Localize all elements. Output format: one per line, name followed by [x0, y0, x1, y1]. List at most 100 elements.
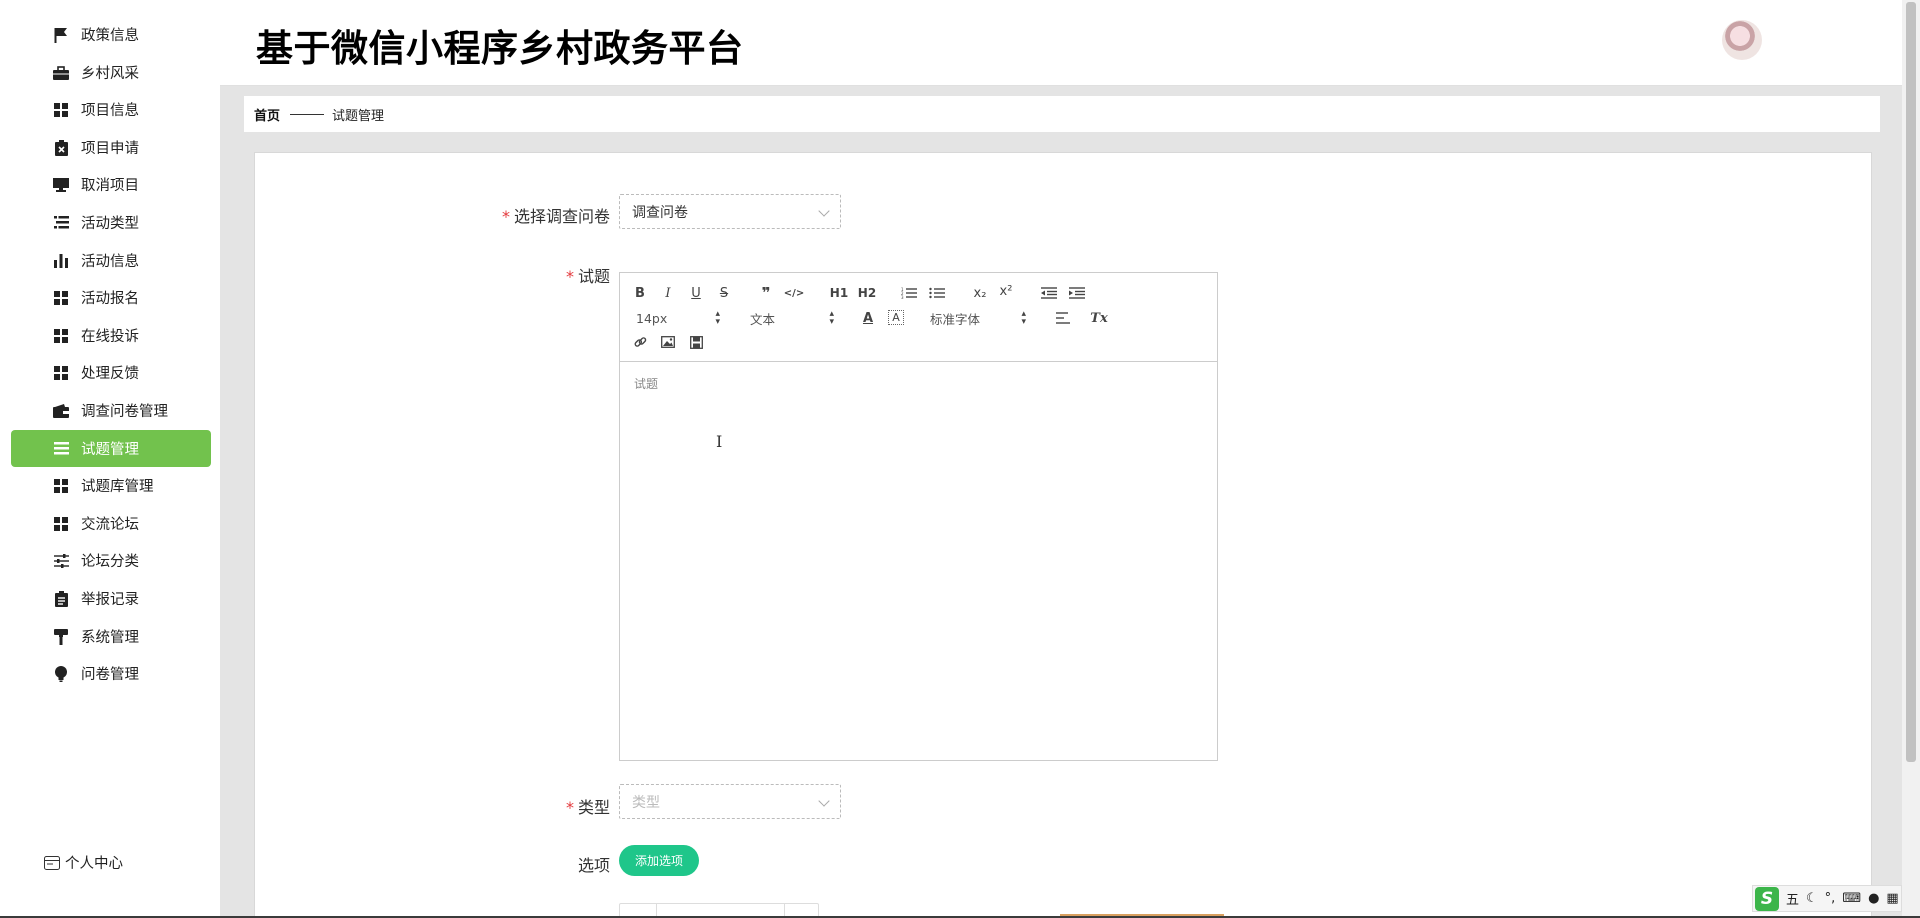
sidebar-item-label: 论坛分类: [81, 554, 139, 570]
film-icon[interactable]: [688, 332, 704, 352]
ime-mode: 五: [1786, 893, 1800, 908]
block-format-select[interactable]: 文本 ▴ ▾: [750, 308, 834, 328]
survey-select-value: 调查问卷: [632, 204, 688, 221]
question-label-text: 试题: [577, 267, 610, 286]
grid-icon: [53, 102, 69, 118]
required-mark: *: [501, 207, 510, 226]
question-label: * 试题: [410, 263, 610, 287]
h1-button[interactable]: H1: [828, 283, 850, 303]
outdent-icon[interactable]: [1040, 283, 1058, 303]
survey-select[interactable]: 调查问卷: [619, 194, 841, 229]
clear-format-button[interactable]: Tx: [1090, 308, 1108, 328]
sidebar-item-personal-center[interactable]: 个人中心: [11, 844, 211, 881]
breadcrumb-separator: [290, 113, 325, 115]
clipboard-icon: [53, 590, 69, 607]
ordered-list-icon[interactable]: 123: [900, 283, 918, 303]
sidebar-item-label: 活动报名: [81, 291, 139, 307]
code-block-button[interactable]: </>: [784, 283, 804, 303]
sidebar-item-label: 举报记录: [81, 592, 139, 608]
sidebar-item[interactable]: 乡村风采: [11, 54, 211, 91]
rich-text-editor[interactable]: B I U S ❞ </> H1 H2 123 x₂ x² 14px ▴ ▾ 文…: [619, 272, 1218, 761]
sidebar-item[interactable]: 论坛分类: [11, 542, 211, 579]
superscript-button[interactable]: x²: [996, 281, 1016, 301]
sidebar-item-label: 活动信息: [81, 254, 139, 270]
avatar[interactable]: [1722, 20, 1762, 60]
image-icon[interactable]: [660, 332, 676, 352]
font-size-select[interactable]: 14px ▴ ▾: [636, 308, 720, 328]
sidebar-item[interactable]: 取消项目: [11, 166, 211, 203]
underline-button[interactable]: U: [688, 283, 704, 303]
type-label-text: 类型: [577, 798, 610, 817]
bold-button[interactable]: B: [632, 283, 648, 303]
sidebar: 政策信息 乡村风采 项目信息项目申请取消项目活动类型活动信息活动报名在线投诉处理反馈…: [0, 0, 220, 918]
grid-icon: [53, 516, 69, 532]
h2-button[interactable]: H2: [856, 283, 878, 303]
app-title: 基于微信小程序乡村政务平台: [256, 27, 744, 70]
font-family-select[interactable]: 标准字体 ▴ ▾: [930, 308, 1026, 328]
scrollbar-thumb[interactable]: [1906, 2, 1916, 762]
bar-chart-icon: [53, 253, 69, 269]
type-select[interactable]: 类型: [619, 784, 841, 819]
list-icon: [53, 215, 69, 231]
sidebar-item[interactable]: 在线投诉: [11, 317, 211, 354]
blockquote-button[interactable]: ❞: [758, 283, 774, 303]
bullet-list-icon[interactable]: [928, 283, 946, 303]
ime-toolbar[interactable]: S 五 ☾ °, ⌨ ● ▦: [1752, 885, 1902, 912]
lightbulb-icon: [53, 665, 69, 682]
sidebar-item[interactable]: 政策信息: [11, 16, 211, 53]
sidebar-item[interactable]: 试题管理: [11, 430, 211, 467]
keyboard-icon: ⌨: [1842, 891, 1862, 906]
sidebar-item[interactable]: 问卷管理: [11, 655, 211, 692]
id-card-icon: [44, 855, 60, 871]
clipboard-x-icon: [53, 139, 69, 156]
sidebar-item[interactable]: 活动类型: [11, 204, 211, 241]
add-option-button[interactable]: 添加选项: [619, 845, 699, 876]
background-color-button[interactable]: A: [888, 310, 904, 325]
sidebar-item-label: 在线投诉: [81, 329, 139, 345]
sidebar-item[interactable]: 活动报名: [11, 279, 211, 316]
select-arrows-icon: ▴ ▾: [715, 309, 720, 327]
grid-icon: [53, 478, 69, 494]
editor-placeholder: 试题: [634, 377, 659, 391]
apps-icon: ▦: [1886, 891, 1899, 906]
briefcase-icon: [53, 65, 69, 81]
grid-icon: [53, 290, 69, 306]
select-arrows-icon: ▴ ▾: [829, 309, 834, 327]
breadcrumb-home[interactable]: 首页: [254, 105, 280, 124]
flag-icon: [53, 27, 69, 43]
sogou-logo-icon: S: [1755, 886, 1779, 911]
italic-button[interactable]: I: [660, 283, 676, 303]
chevron-down-icon: [818, 795, 830, 807]
sidebar-item[interactable]: 处理反馈: [11, 354, 211, 391]
user-icon: ●: [1868, 891, 1880, 906]
editor-toolbar: B I U S ❞ </> H1 H2 123 x₂ x² 14px ▴ ▾ 文…: [620, 273, 1217, 362]
block-format-value: 文本: [750, 311, 776, 327]
font-size-value: 14px: [636, 310, 668, 326]
indent-icon[interactable]: [1068, 283, 1086, 303]
sidebar-item[interactable]: 试题库管理: [11, 467, 211, 504]
subscript-button[interactable]: x₂: [970, 283, 990, 303]
strike-button[interactable]: S: [716, 283, 732, 303]
wallet-icon: [53, 403, 69, 419]
type-label: * 类型: [410, 794, 610, 818]
font-color-button[interactable]: A: [860, 308, 876, 328]
sidebar-item[interactable]: 项目信息: [11, 91, 211, 128]
sidebar-item-label: 个人中心: [65, 856, 123, 872]
menu-icon: [53, 441, 69, 457]
sidebar-item[interactable]: 交流论坛: [11, 505, 211, 542]
punctuation-icon: °,: [1824, 891, 1836, 906]
sidebar-item[interactable]: 活动信息: [11, 242, 211, 279]
editor-content-area[interactable]: 试题 I: [620, 362, 1217, 760]
sidebar-item[interactable]: 系统管理: [11, 618, 211, 655]
page-scrollbar[interactable]: [1902, 0, 1920, 918]
sidebar-item[interactable]: 举报记录: [11, 580, 211, 617]
sidebar-item[interactable]: 项目申请: [11, 129, 211, 166]
survey-select-label: * 选择调查问卷: [410, 203, 610, 227]
sidebar-item-label: 取消项目: [81, 178, 139, 194]
sidebar-item[interactable]: 调查问卷管理: [11, 392, 211, 429]
sidebar-item-label: 调查问卷管理: [81, 404, 168, 420]
link-icon[interactable]: [632, 332, 648, 352]
sidebar-item-label: 项目申请: [81, 141, 139, 157]
sidebar-item-label: 系统管理: [81, 630, 139, 646]
align-left-icon[interactable]: [1054, 308, 1072, 328]
